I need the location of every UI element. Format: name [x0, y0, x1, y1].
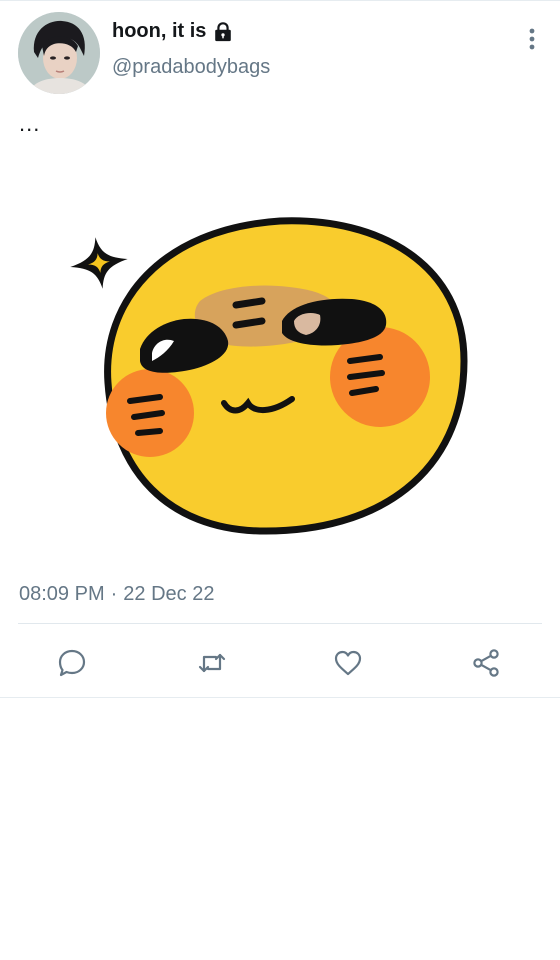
tweet-image[interactable] — [50, 181, 510, 561]
reply-icon — [58, 649, 86, 677]
display-name[interactable]: hoon, it is — [112, 20, 206, 43]
tweet-time: 08:09 PM — [19, 583, 105, 605]
tweet-date: 22 Dec 22 — [123, 583, 215, 605]
avatar-image — [18, 12, 100, 94]
tweet-timestamp[interactable]: 08:09 PM · 22 Dec 22 — [19, 583, 214, 606]
lock-icon — [212, 21, 234, 43]
tweet-card[interactable]: hoon, it is @pradabodybags ... 08:09 PM … — [0, 0, 560, 698]
share-button[interactable] — [464, 641, 508, 685]
timestamp-separator: · — [110, 583, 118, 605]
reply-button[interactable] — [50, 641, 94, 685]
divider — [18, 623, 542, 624]
heart-icon — [334, 650, 362, 676]
more-vertical-icon[interactable] — [524, 27, 540, 51]
tweet-text: ... — [19, 111, 41, 136]
retweet-button[interactable] — [190, 641, 234, 685]
avatar[interactable] — [18, 12, 100, 94]
user-handle[interactable]: @pradabodybags — [112, 56, 270, 79]
retweet-icon — [198, 653, 226, 673]
action-bar — [0, 641, 560, 685]
share-icon — [473, 649, 499, 677]
author-name-row: hoon, it is — [112, 20, 234, 43]
blushing-emoji-image — [70, 217, 468, 535]
like-button[interactable] — [326, 641, 370, 685]
